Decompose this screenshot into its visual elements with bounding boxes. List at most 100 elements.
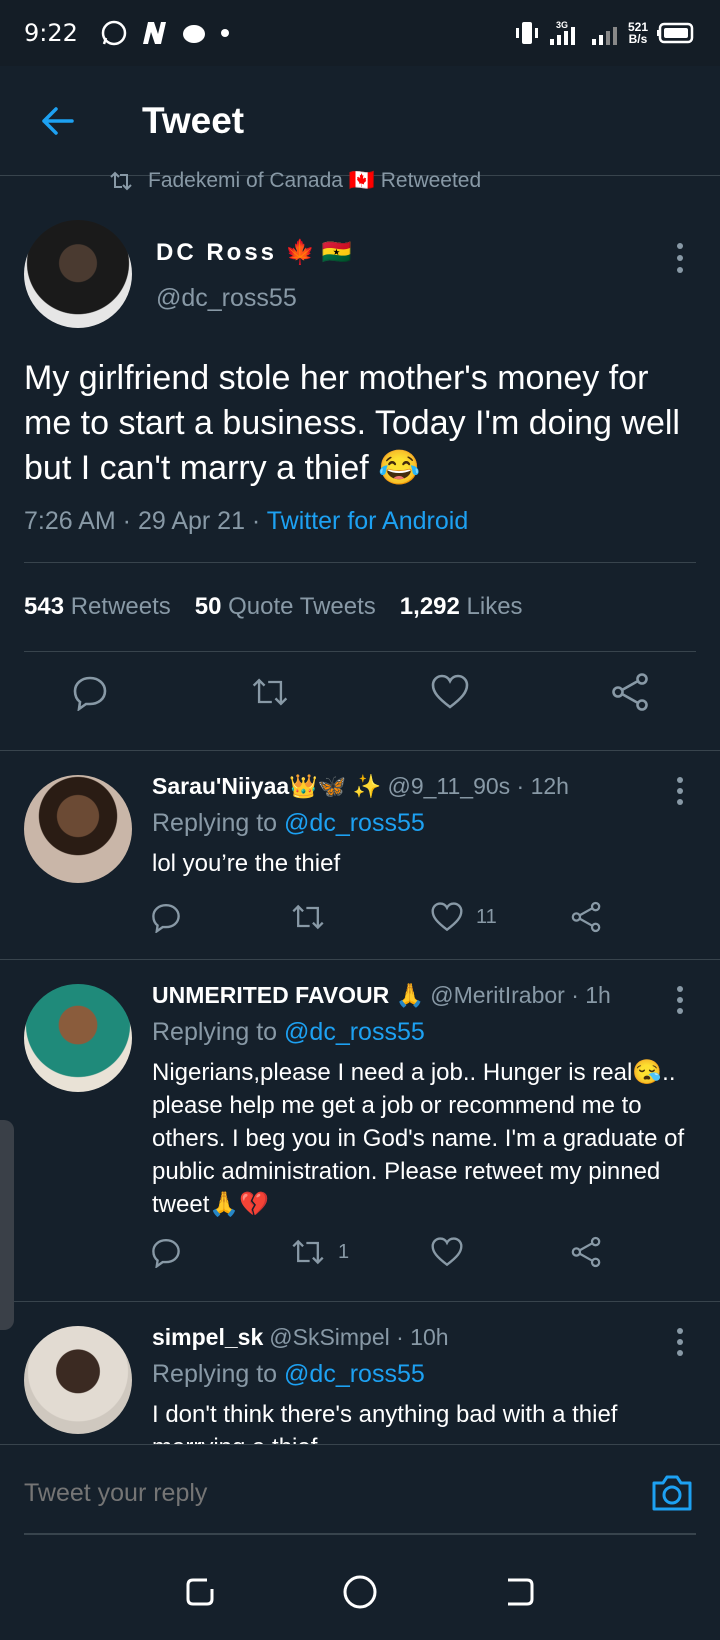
replying-to-handle[interactable]: @dc_ross55 [284,809,425,837]
cloud-icon [182,25,205,43]
replying-to-handle[interactable]: @dc_ross55 [284,1360,425,1388]
tweet-time: 7:26 AM · 29 Apr 21 · [24,507,267,535]
retweet-icon [292,904,324,930]
status-right: 3G 521 B/s [514,19,696,47]
likes-stat[interactable]: 1,292 Likes [400,593,523,621]
retweet-icon [292,1239,324,1265]
retweet-button[interactable] [250,672,290,712]
like-icon [431,1237,463,1267]
avatar[interactable] [24,1326,132,1434]
retweet-count: 1 [338,1240,350,1263]
avatar[interactable] [24,220,132,328]
quotes-stat[interactable]: 50 Quote Tweets [195,593,376,621]
retweets-count: 543 [24,593,65,620]
like-button[interactable] [430,1236,570,1268]
network-rate: 521 B/s [628,21,648,45]
reply-author-row[interactable]: Sarau'Niiyaa👑🦋 ✨ @9_11_90s · 12h [152,773,569,800]
retweets-stat[interactable]: 543 Retweets [24,593,171,621]
page-title: Tweet [142,99,245,141]
reply-composer [0,1444,720,1544]
n-app-icon [142,22,166,44]
like-button[interactable]: 11 [430,901,570,933]
retweeted-by[interactable]: Fadekemi of Canada 🇨🇦 Retweeted [108,168,481,194]
retweet-button[interactable] [290,901,430,933]
quotes-count: 50 [194,593,222,620]
reply-icon [73,676,107,711]
reply-author-row[interactable]: UNMERITED FAVOUR 🙏 @MeritIrabor · 1h [152,982,611,1009]
signal-icon [591,27,617,45]
retweet-icon [252,678,288,706]
author-name-row[interactable]: DC Ross 🍁 🇬🇭 [156,238,351,267]
replying-to: Replying to @dc_ross55 [152,809,425,838]
avatar[interactable] [24,984,132,1092]
more-vertical-icon[interactable] [670,238,690,278]
share-button[interactable] [570,901,710,933]
recent-apps-icon[interactable] [183,1575,217,1609]
reply-tweet[interactable]: simpel_sk @SkSimpel · 10h Replying to @d… [0,1301,720,1444]
tweet-meta: 7:26 AM · 29 Apr 21 · Twitter for Androi… [24,507,468,536]
reply-text: Nigerians,please I need a job.. Hunger i… [152,1059,685,1218]
reply-icon [152,904,180,933]
status-left: 9:22 [24,19,230,47]
dot-icon [220,29,229,37]
replying-prefix: Replying to [152,809,285,837]
status-bar: 9:22 3G 521 B/s [0,0,720,66]
retweet-small-icon [110,171,132,191]
retweeted-by-text: Fadekemi of Canada 🇨🇦 Retweeted [148,169,482,192]
camera-icon[interactable] [648,1469,696,1517]
reply-handle-time: @9_11_90s · 12h [387,773,569,799]
home-icon[interactable] [342,1574,378,1610]
back-arrow-icon [42,106,74,135]
replying-to-handle[interactable]: @dc_ross55 [284,1018,425,1046]
more-vertical-icon[interactable] [670,773,690,809]
reply-input[interactable] [24,1479,584,1508]
vibrate-icon [515,22,538,44]
author-name-emoji: 🍁 🇬🇭 [285,239,352,266]
likes-count: 1,292 [399,593,460,620]
retweet-button[interactable]: 1 [290,1236,430,1268]
reply-handle-time: @SkSimpel · 10h [269,1324,449,1350]
like-button[interactable] [430,672,470,712]
like-count: 11 [476,905,497,928]
reply-input-underline [24,1533,696,1535]
back-nav-icon[interactable] [503,1575,537,1609]
author-handle[interactable]: @dc_ross55 [156,284,297,313]
reply-author-name: Sarau'Niiyaa👑🦋 ✨ [152,773,382,799]
reply-button[interactable] [70,672,110,712]
battery-icon [657,22,694,44]
like-icon [431,902,463,932]
reply-author-name: simpel_sk [152,1324,264,1350]
retweets-label: Retweets [70,593,171,620]
share-button[interactable] [570,1236,710,1268]
likes-label: Likes [466,593,523,620]
more-vertical-icon[interactable] [670,982,690,1018]
share-icon [571,901,601,933]
like-icon [431,674,469,709]
reply-text: lol you’re the thief [152,850,341,877]
reply-actions: 11 [150,901,710,933]
tweet-actions [24,672,696,712]
reply-actions: 1 [150,1236,710,1268]
reply-tweet[interactable]: Sarau'Niiyaa👑🦋 ✨ @9_11_90s · 12h Replyin… [0,750,720,959]
share-icon [571,1236,601,1268]
top-app-bar: Tweet [0,66,720,176]
more-vertical-icon[interactable] [670,1324,690,1360]
reply-tweet[interactable]: UNMERITED FAVOUR 🙏 @MeritIrabor · 1h Rep… [0,959,720,1301]
replying-to: Replying to @dc_ross55 [152,1360,425,1389]
reply-text: I don't think there's anything bad with … [152,1401,618,1444]
rate-unit: B/s [628,32,648,46]
reply-author-name: UNMERITED FAVOUR 🙏 [152,982,425,1008]
reply-button[interactable] [150,1236,290,1268]
edge-panel-handle[interactable] [0,1120,14,1330]
divider [24,651,696,652]
tweet-source[interactable]: Twitter for Android [267,507,468,535]
net-type: 3G [556,20,568,30]
reply-icon [152,1239,180,1268]
share-button[interactable] [610,672,650,712]
reply-button[interactable] [150,901,290,933]
replying-to: Replying to @dc_ross55 [152,1018,425,1047]
replying-prefix: Replying to [152,1360,285,1388]
reply-author-row[interactable]: simpel_sk @SkSimpel · 10h [152,1324,449,1351]
avatar[interactable] [24,775,132,883]
back-button[interactable] [30,93,86,149]
